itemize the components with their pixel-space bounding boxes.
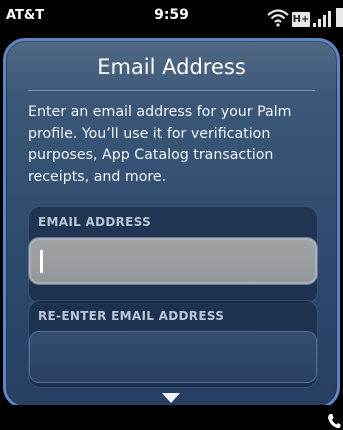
signal-icon [313,11,331,27]
status-icons: H+ [267,5,343,27]
email-address-group: EMAIL ADDRESS [28,206,318,304]
reenter-email-address-group: RE-ENTER EMAIL ADDRESS [28,300,318,388]
description-text: Enter an email address for your Palm pro… [28,104,292,185]
phone-icon[interactable] [327,413,341,429]
reenter-email-address-input[interactable] [29,331,317,383]
email-address-input[interactable] [29,238,317,284]
status-bar: AT&T 9:59 H+ [0,0,343,32]
screen: AT&T 9:59 H+ Email Address Enter an emai… [0,0,343,430]
reenter-email-address-label: RE-ENTER EMAIL ADDRESS [38,309,225,323]
page-title: Email Address [97,55,246,79]
email-address-card: Email Address Enter an email address for… [3,38,340,409]
email-address-label: EMAIL ADDRESS [38,215,152,229]
wifi-icon [267,9,289,27]
battery-icon [336,8,343,27]
title-divider [28,90,315,91]
text-cursor [40,250,43,273]
bottom-bar [0,405,343,430]
chevron-down-icon[interactable] [161,392,181,404]
network-type-icon: H+ [292,12,310,27]
